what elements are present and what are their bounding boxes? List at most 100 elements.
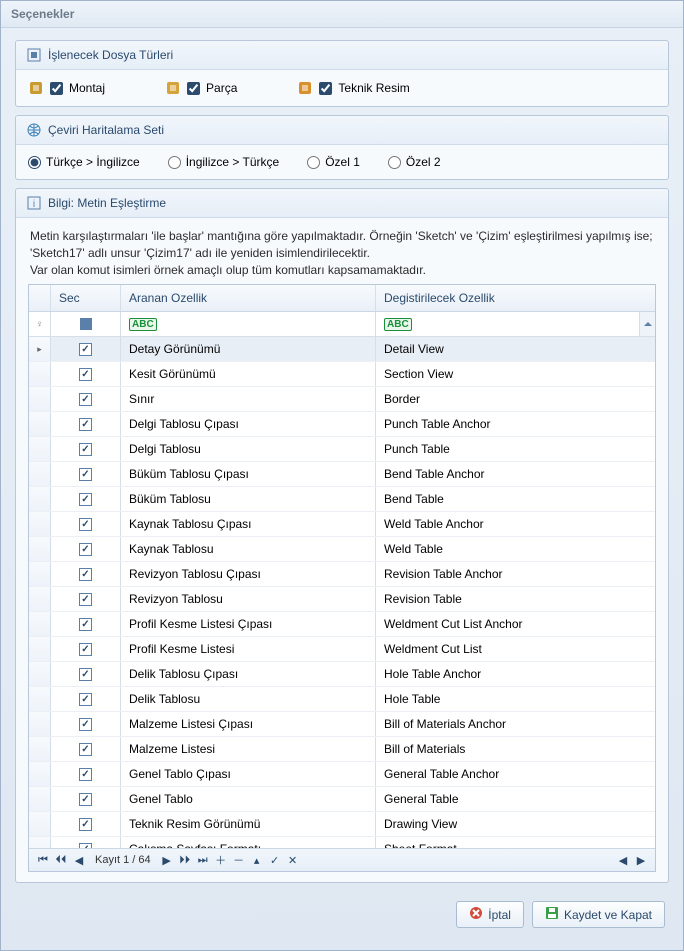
row-sec-cell[interactable] (51, 537, 121, 561)
row-src-cell[interactable]: Genel Tablo (121, 787, 376, 811)
row-sec-cell[interactable] (51, 412, 121, 436)
table-row[interactable]: Revizyon Tablosu ÇıpasıRevision Table An… (29, 562, 655, 587)
row-src-cell[interactable]: Teknik Resim Görünümü (121, 812, 376, 836)
row-dst-cell[interactable]: Sheet Format (376, 837, 655, 848)
nav-next-button[interactable]: ▶ (159, 852, 175, 868)
row-checkbox[interactable] (79, 568, 92, 581)
table-row[interactable]: Kaynak Tablosu ÇıpasıWeld Table Anchor (29, 512, 655, 537)
checkbox-indeterminate-icon[interactable] (80, 318, 92, 330)
row-checkbox[interactable] (79, 543, 92, 556)
mapping-radio[interactable] (307, 156, 320, 169)
grid-body[interactable]: ▸Detay GörünümüDetail ViewKesit Görünümü… (29, 337, 655, 848)
mapping-radio[interactable] (388, 156, 401, 169)
row-src-cell[interactable]: Büküm Tablosu (121, 487, 376, 511)
row-dst-cell[interactable]: General Table (376, 787, 655, 811)
row-sec-cell[interactable] (51, 387, 121, 411)
nav-next-page-button[interactable]: ⏵⏵ (177, 852, 193, 868)
row-checkbox[interactable] (79, 743, 92, 756)
row-src-cell[interactable]: Malzeme Listesi Çıpası (121, 712, 376, 736)
row-checkbox[interactable] (79, 593, 92, 606)
row-sec-cell[interactable] (51, 737, 121, 761)
row-checkbox[interactable] (79, 693, 92, 706)
table-row[interactable]: Kaynak TablosuWeld Table (29, 537, 655, 562)
nav-scroll-left[interactable]: ◀ (615, 852, 631, 868)
row-sec-cell[interactable] (51, 362, 121, 386)
table-row[interactable]: Delgi Tablosu ÇıpasıPunch Table Anchor (29, 412, 655, 437)
mapping-option[interactable]: Türkçe > İngilizce (28, 155, 140, 169)
table-row[interactable]: Malzeme Listesi ÇıpasıBill of Materials … (29, 712, 655, 737)
nav-remove-button[interactable]: － (231, 852, 247, 868)
nav-cancel-button[interactable]: ✕ (285, 852, 301, 868)
row-checkbox[interactable] (79, 368, 92, 381)
row-src-cell[interactable]: Delgi Tablosu (121, 437, 376, 461)
table-row[interactable]: Genel Tablo ÇıpasıGeneral Table Anchor (29, 762, 655, 787)
row-src-cell[interactable]: Delgi Tablosu Çıpası (121, 412, 376, 436)
row-sec-cell[interactable] (51, 612, 121, 636)
row-checkbox[interactable] (79, 818, 92, 831)
row-src-cell[interactable]: Malzeme Listesi (121, 737, 376, 761)
mapping-radio[interactable] (168, 156, 181, 169)
row-sec-cell[interactable] (51, 687, 121, 711)
row-dst-cell[interactable]: Section View (376, 362, 655, 386)
row-dst-cell[interactable]: Drawing View (376, 812, 655, 836)
row-src-cell[interactable]: Profil Kesme Listesi Çıpası (121, 612, 376, 636)
cancel-button[interactable]: İptal (456, 901, 524, 928)
table-row[interactable]: Büküm TablosuBend Table (29, 487, 655, 512)
row-src-cell[interactable]: Detay Görünümü (121, 337, 376, 361)
row-sec-cell[interactable] (51, 787, 121, 811)
row-dst-cell[interactable]: Weld Table Anchor (376, 512, 655, 536)
row-checkbox[interactable] (79, 343, 92, 356)
row-dst-cell[interactable]: Hole Table (376, 687, 655, 711)
row-checkbox[interactable] (79, 793, 92, 806)
row-sec-cell[interactable] (51, 437, 121, 461)
mapping-option[interactable]: Özel 1 (307, 155, 360, 169)
row-sec-cell[interactable] (51, 762, 121, 786)
nav-first-button[interactable]: ⏮ (35, 852, 51, 868)
row-sec-cell[interactable] (51, 712, 121, 736)
mapping-option[interactable]: İngilizce > Türkçe (168, 155, 280, 169)
nav-prev-button[interactable]: ◀ (71, 852, 87, 868)
row-dst-cell[interactable]: General Table Anchor (376, 762, 655, 786)
row-checkbox[interactable] (79, 668, 92, 681)
row-dst-cell[interactable]: Punch Table (376, 437, 655, 461)
table-row[interactable]: Profil Kesme ListesiWeldment Cut List (29, 637, 655, 662)
row-src-cell[interactable]: Delik Tablosu Çıpası (121, 662, 376, 686)
filetype-checkbox[interactable] (319, 82, 332, 95)
row-sec-cell[interactable] (51, 512, 121, 536)
mapping-option[interactable]: Özel 2 (388, 155, 441, 169)
table-row[interactable]: Delik Tablosu ÇıpasıHole Table Anchor (29, 662, 655, 687)
row-sec-cell[interactable] (51, 337, 121, 361)
row-src-cell[interactable]: Çalışma Sayfası Formatı (121, 837, 376, 848)
table-row[interactable]: Malzeme ListesiBill of Materials (29, 737, 655, 762)
table-row[interactable]: SınırBorder (29, 387, 655, 412)
row-checkbox[interactable] (79, 718, 92, 731)
row-dst-cell[interactable]: Revision Table Anchor (376, 562, 655, 586)
row-src-cell[interactable]: Kaynak Tablosu (121, 537, 376, 561)
filter-src-cell[interactable]: ABC (121, 312, 376, 336)
row-dst-cell[interactable]: Bend Table Anchor (376, 462, 655, 486)
row-sec-cell[interactable] (51, 487, 121, 511)
filetype-checkbox[interactable] (187, 82, 200, 95)
row-checkbox[interactable] (79, 643, 92, 656)
row-sec-cell[interactable] (51, 812, 121, 836)
row-src-cell[interactable]: Genel Tablo Çıpası (121, 762, 376, 786)
row-src-cell[interactable]: Delik Tablosu (121, 687, 376, 711)
nav-prev-page-button[interactable]: ⏴⏴ (53, 852, 69, 868)
table-row[interactable]: Kesit GörünümüSection View (29, 362, 655, 387)
row-sec-cell[interactable] (51, 837, 121, 848)
row-dst-cell[interactable]: Bill of Materials Anchor (376, 712, 655, 736)
row-dst-cell[interactable]: Detail View (376, 337, 655, 361)
nav-scroll-right[interactable]: ▶ (633, 852, 649, 868)
row-dst-cell[interactable]: Weldment Cut List (376, 637, 655, 661)
row-sec-cell[interactable] (51, 462, 121, 486)
nav-add-button[interactable]: ＋ (213, 852, 229, 868)
row-checkbox[interactable] (79, 393, 92, 406)
nav-commit-button[interactable]: ✓ (267, 852, 283, 868)
row-dst-cell[interactable]: Weld Table (376, 537, 655, 561)
row-checkbox[interactable] (79, 618, 92, 631)
row-src-cell[interactable]: Revizyon Tablosu Çıpası (121, 562, 376, 586)
row-dst-cell[interactable]: Bill of Materials (376, 737, 655, 761)
table-row[interactable]: Çalışma Sayfası FormatıSheet Format (29, 837, 655, 848)
row-checkbox[interactable] (79, 768, 92, 781)
row-dst-cell[interactable]: Punch Table Anchor (376, 412, 655, 436)
